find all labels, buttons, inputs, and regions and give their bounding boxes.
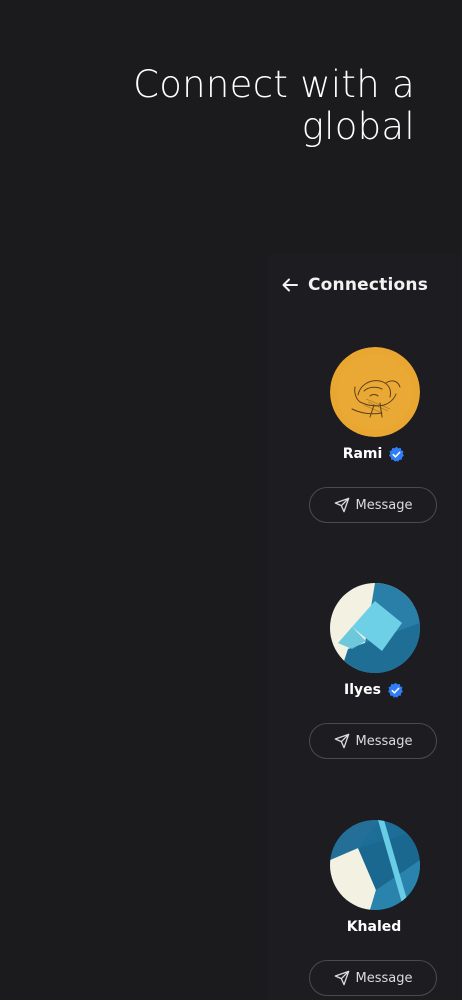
hero-title-line-2: global [301,105,415,148]
name-row: Khaled [305,916,443,938]
name-row: Rami [305,443,443,465]
message-button[interactable]: Message [309,960,437,996]
send-icon [334,970,350,986]
name-row: Ilyes [305,679,443,701]
message-button-label: Message [355,733,413,749]
avatar[interactable] [330,820,420,910]
verified-badge-icon [387,682,404,699]
avatar[interactable] [330,347,420,437]
connections-header: Connections [281,272,428,298]
message-button[interactable]: Message [309,723,437,759]
connections-screen: Connect with a global Connections Rami M… [0,0,462,1000]
arrow-left-icon[interactable] [281,276,299,294]
message-button[interactable]: Message [309,487,437,523]
page-title: Connections [308,275,429,295]
send-icon [334,497,350,513]
hero-title: Connect with a global [85,64,415,148]
send-icon [334,733,350,749]
connection-name[interactable]: Ilyes [344,682,381,698]
connection-name[interactable]: Khaled [347,919,402,935]
connection-name[interactable]: Rami [343,446,383,462]
hero-title-line-1: Connect with a [133,63,415,106]
avatar[interactable] [330,583,420,673]
message-button-label: Message [355,497,413,513]
verified-badge-icon [388,446,405,463]
message-button-label: Message [355,970,413,986]
